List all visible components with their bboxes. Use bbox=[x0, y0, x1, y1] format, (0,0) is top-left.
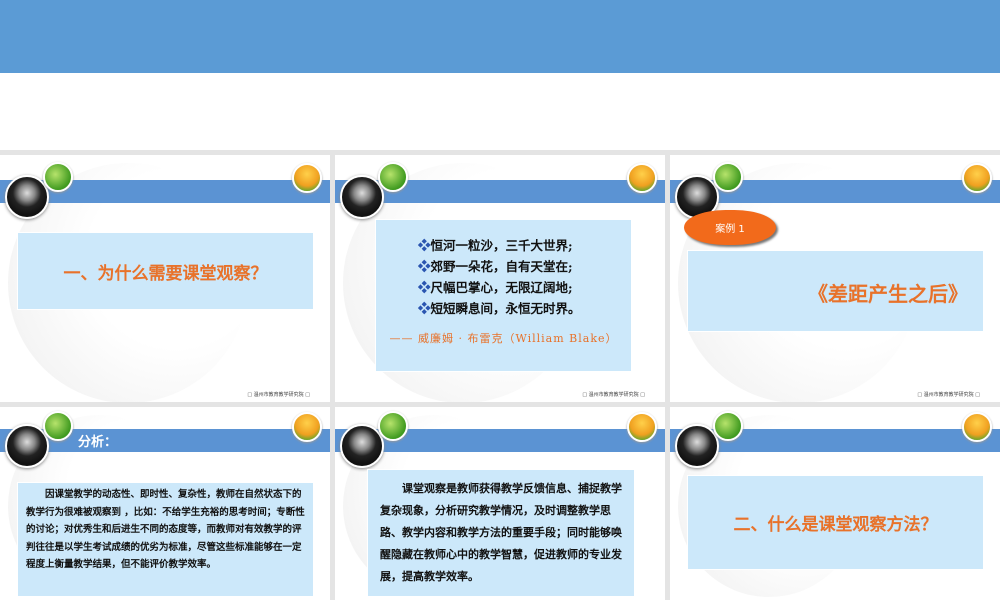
bullet-icon: ❖ bbox=[418, 259, 431, 274]
slide-6[interactable]: 二、什么是课堂观察方法？ bbox=[670, 407, 1000, 600]
tulip-icon bbox=[627, 412, 657, 442]
leaf-icon bbox=[378, 411, 408, 441]
analysis-text: 因课堂教学的动态性、即时性、复杂性，教师在自然状态下的教学行为很难被观察到 ，比… bbox=[17, 482, 314, 597]
dandelion-icon bbox=[675, 424, 719, 468]
poem-author: —— 威廉姆 · 布雷克（William Blake） bbox=[389, 332, 618, 345]
dandelion-icon bbox=[5, 175, 49, 219]
dandelion-icon bbox=[340, 175, 384, 219]
top-banner bbox=[0, 0, 1000, 73]
slide-grid: 一、为什么需要课堂观察？ □ 温州市教育教学研究院 □ ❖恒河一粒沙，三千大世界… bbox=[0, 150, 1000, 600]
slide-4[interactable]: 分析： 因课堂教学的动态性、即时性、复杂性，教师在自然状态下的教学行为很难被观察… bbox=[0, 407, 330, 600]
leaf-icon bbox=[713, 411, 743, 441]
poem-line: ❖郊野一朵花，自有天堂在; bbox=[418, 259, 573, 274]
section-heading: 分析： bbox=[78, 435, 118, 450]
tulip-icon bbox=[292, 412, 322, 442]
slide-title: 《差距产生之后》 bbox=[687, 250, 984, 332]
slide-title: 二、什么是课堂观察方法？ bbox=[687, 475, 984, 570]
poem-box: ❖恒河一粒沙，三千大世界; ❖郊野一朵花，自有天堂在; ❖尺幅巴掌心，无限辽阔地… bbox=[375, 219, 632, 372]
leaf-icon bbox=[43, 162, 73, 192]
bullet-icon: ❖ bbox=[418, 280, 431, 295]
slide-2[interactable]: ❖恒河一粒沙，三千大世界; ❖郊野一朵花，自有天堂在; ❖尺幅巴掌心，无限辽阔地… bbox=[335, 155, 665, 402]
case-badge: 案例 1 bbox=[684, 210, 776, 245]
dandelion-icon bbox=[5, 424, 49, 468]
definition-text: 课堂观察是教师获得教学反馈信息、捕捉教学复杂现象，分析研究教学情况，及时调整教学… bbox=[367, 469, 635, 597]
leaf-icon bbox=[43, 411, 73, 441]
tulip-icon bbox=[962, 163, 992, 193]
slide-title: 一、为什么需要课堂观察？ bbox=[17, 232, 314, 310]
slide-1[interactable]: 一、为什么需要课堂观察？ □ 温州市教育教学研究院 □ bbox=[0, 155, 330, 402]
footer: □ 温州市教育教学研究院 □ bbox=[582, 392, 645, 398]
footer: □ 温州市教育教学研究院 □ bbox=[917, 392, 980, 398]
tulip-icon bbox=[962, 412, 992, 442]
tulip-icon bbox=[627, 163, 657, 193]
slide-3[interactable]: 案例 1 《差距产生之后》 □ 温州市教育教学研究院 □ bbox=[670, 155, 1000, 402]
poem-line: ❖恒河一粒沙，三千大世界; bbox=[418, 238, 573, 253]
leaf-icon bbox=[378, 162, 408, 192]
bullet-icon: ❖ bbox=[418, 238, 431, 253]
poem-line: ❖尺幅巴掌心，无限辽阔地; bbox=[418, 280, 573, 295]
bullet-icon: ❖ bbox=[418, 301, 431, 316]
footer: □ 温州市教育教学研究院 □ bbox=[247, 392, 310, 398]
poem-line: ❖短短瞬息间，永恒无时界。 bbox=[418, 301, 581, 316]
dandelion-icon bbox=[340, 424, 384, 468]
tulip-icon bbox=[292, 163, 322, 193]
leaf-icon bbox=[713, 162, 743, 192]
slide-5[interactable]: 课堂观察是教师获得教学反馈信息、捕捉教学复杂现象，分析研究教学情况，及时调整教学… bbox=[335, 407, 665, 600]
